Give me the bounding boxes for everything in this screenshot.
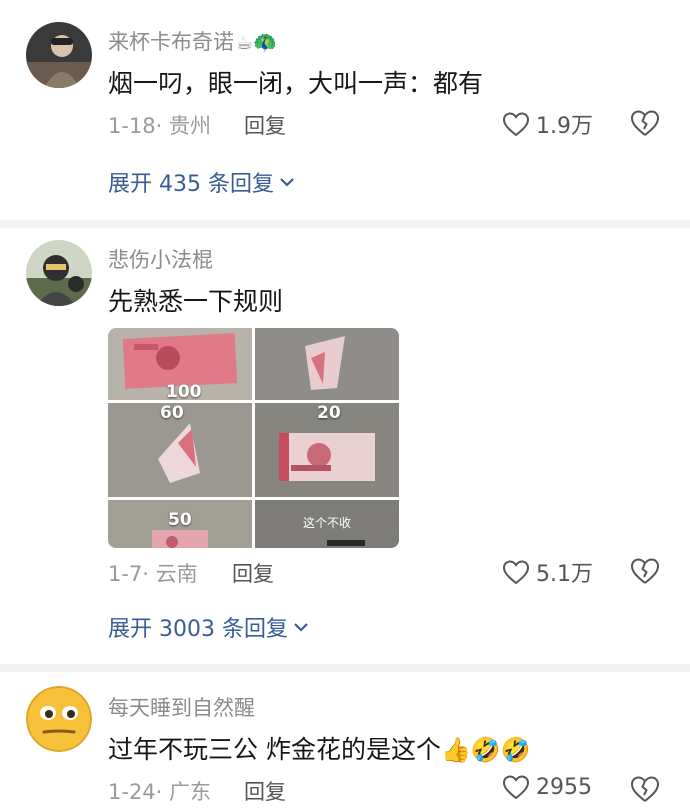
username[interactable]: 来杯卡布奇诺 — [108, 30, 234, 54]
username[interactable]: 每天睡到自然醒 — [108, 692, 255, 722]
date-location: 1-18· 贵州 — [108, 114, 212, 138]
comment-text: 过年不玩三公 炸金花的是这个 — [108, 735, 441, 764]
like-count: 1.9万 — [536, 114, 593, 139]
image-label: 20 — [317, 403, 341, 423]
username[interactable]: 悲伤小法棍 — [108, 244, 213, 274]
like-count: 2955 — [536, 774, 592, 800]
chevron-down-icon — [294, 623, 308, 632]
avatar[interactable] — [26, 686, 92, 752]
reply-button[interactable]: 回复 — [244, 110, 286, 140]
image-folded-corner[interactable] — [255, 328, 399, 400]
image-label: 50 — [168, 510, 192, 530]
like-button[interactable]: 5.1万 — [502, 556, 593, 588]
expand-replies-button[interactable]: 展开 435 条回复 — [108, 166, 296, 198]
heart-icon — [502, 775, 530, 800]
image-folded-60[interactable]: 60 — [108, 403, 252, 497]
image-folded-20[interactable]: 20 — [255, 403, 399, 497]
dislike-broken-heart-icon[interactable] — [630, 557, 660, 585]
dislike-broken-heart-icon[interactable] — [630, 775, 660, 803]
image-label: 这个不收 — [303, 516, 352, 530]
image-label: 60 — [160, 403, 184, 423]
divider — [0, 664, 690, 672]
expand-replies-button[interactable]: 展开 3003 条回复 — [108, 611, 310, 643]
avatar[interactable] — [26, 22, 92, 88]
image-not-accepted[interactable]: 这个不收 — [255, 500, 399, 548]
comment-text: 烟一叼，眼一闭，大叫一声：都有 — [108, 69, 484, 98]
heart-icon — [502, 112, 530, 137]
like-button[interactable]: 1.9万 — [502, 108, 593, 140]
image-grid[interactable]: 100 60 20 50 这个不收 — [108, 328, 399, 548]
reply-button[interactable]: 回复 — [244, 776, 286, 806]
username-emojis: ☕🦚 — [236, 32, 277, 54]
reply-button[interactable]: 回复 — [232, 558, 274, 588]
heart-icon — [502, 560, 530, 585]
comment-emojis: 👍🤣🤣 — [440, 736, 531, 764]
expand-replies-label: 展开 3003 条回复 — [108, 617, 288, 642]
avatar[interactable] — [26, 240, 92, 306]
comment-text: 先熟悉一下规则 — [108, 287, 284, 316]
chevron-down-icon — [280, 178, 294, 187]
like-count: 5.1万 — [536, 562, 593, 587]
image-label: 100 — [166, 382, 202, 400]
like-button[interactable]: 2955 — [502, 774, 592, 800]
dislike-broken-heart-icon[interactable] — [630, 109, 660, 137]
image-folded-50[interactable]: 50 — [108, 500, 252, 548]
image-folded-100[interactable]: 100 — [108, 328, 252, 400]
expand-replies-label: 展开 435 条回复 — [108, 172, 274, 197]
divider — [0, 220, 690, 228]
date-location: 1-7· 云南 — [108, 562, 198, 586]
date-location: 1-24· 广东 — [108, 780, 212, 804]
